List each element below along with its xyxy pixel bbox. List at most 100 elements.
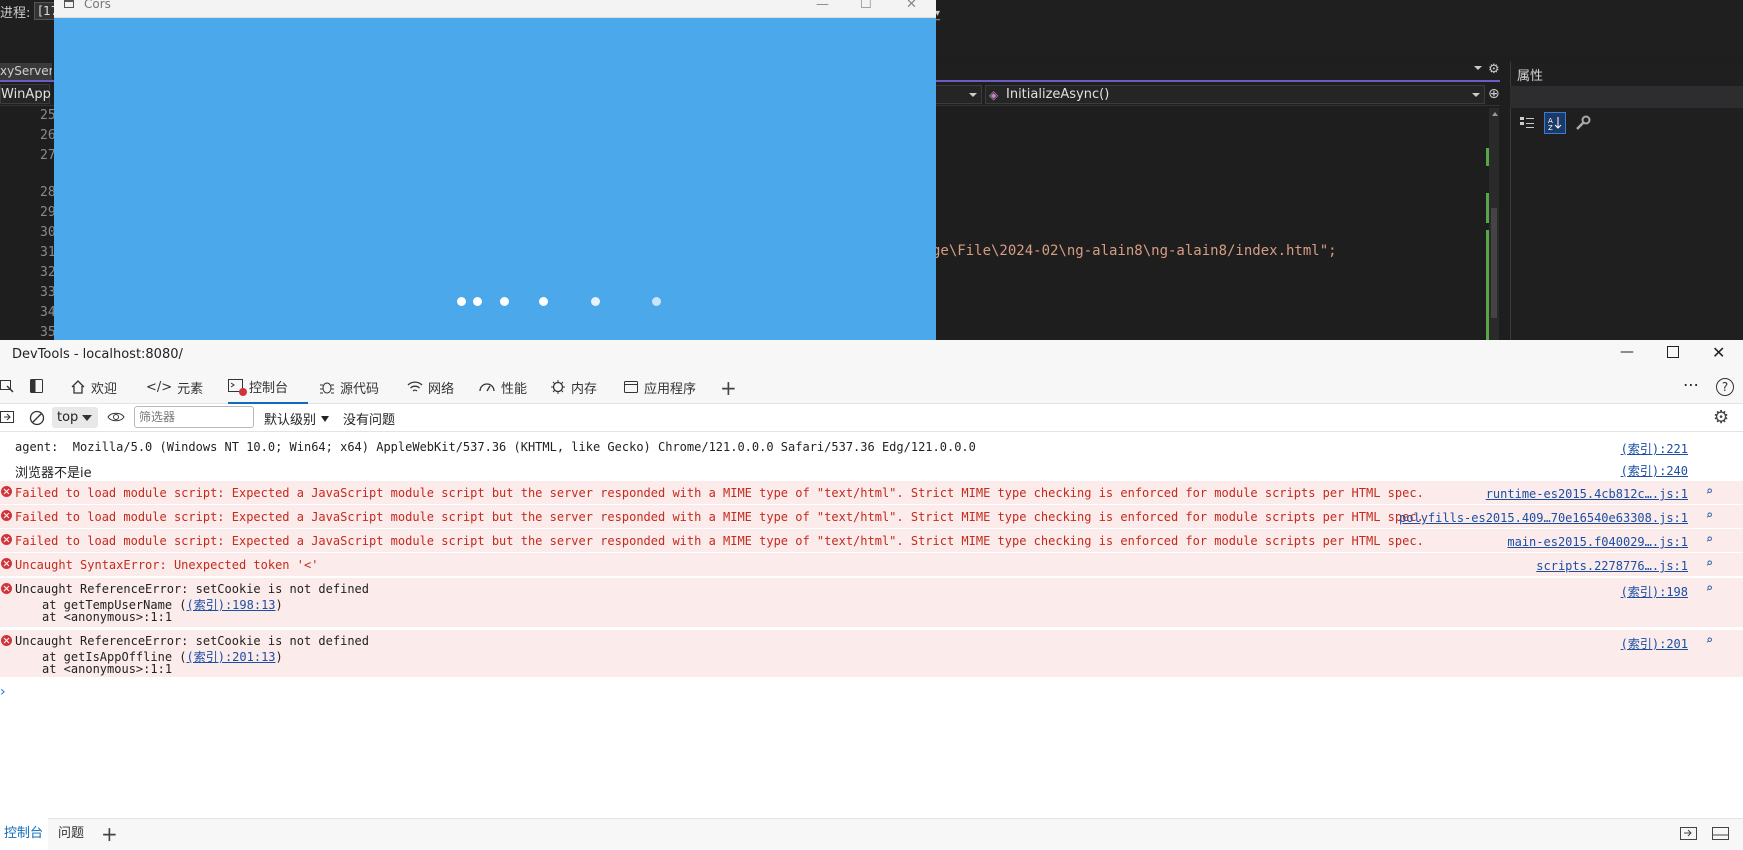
- device-emulation-icon[interactable]: [30, 379, 44, 393]
- drawer-toggle-icon[interactable]: [1712, 827, 1730, 841]
- alphabetical-sort-icon[interactable]: AZ: [1544, 112, 1566, 134]
- loading-dot: [652, 297, 661, 306]
- more-options-icon[interactable]: ⋯: [1683, 375, 1699, 394]
- console-message[interactable]: agent: Mozilla/5.0 (Windows NT 10.0; Win…: [0, 436, 1743, 458]
- source-link[interactable]: polyfills-es2015.409…70e16540e63308.js:1: [1399, 511, 1688, 525]
- vs-project-dropdown[interactable]: WinApp: [0, 84, 51, 104]
- console-error[interactable]: Failed to load module script: Expected a…: [0, 529, 1743, 553]
- message-text: Failed to load module script: Expected a…: [15, 510, 1424, 524]
- tab-label: 性能: [501, 381, 528, 397]
- log-level-label: 默认级别: [264, 413, 317, 428]
- maximize-icon[interactable]: [1667, 346, 1679, 358]
- context-value: top: [57, 410, 79, 425]
- message-text: Uncaught SyntaxError: Unexpected token '…: [15, 558, 319, 572]
- search-icon[interactable]: ⌕: [1706, 633, 1713, 647]
- source-link[interactable]: (索引):201: [1621, 635, 1688, 652]
- devtools-tabbar: 欢迎 </> 元素 控制台 源代码 网络 性能 内存 应用程序 + ⋯ ?: [0, 370, 1743, 404]
- console-message[interactable]: 浏览器不是ie (索引):240: [0, 458, 1743, 481]
- context-select[interactable]: top: [52, 407, 98, 428]
- property-pages-wrench-icon[interactable]: [1572, 112, 1594, 134]
- cors-titlebar[interactable]: [54, 0, 936, 18]
- console-settings-gear-icon[interactable]: ⚙: [1713, 407, 1729, 428]
- tab-sources[interactable]: 源代码: [319, 370, 379, 404]
- process-label: 进程:: [0, 5, 31, 21]
- categorized-icon[interactable]: [1516, 112, 1538, 134]
- message-text: Failed to load module script: Expected a…: [15, 486, 1424, 500]
- console-error[interactable]: Failed to load module script: Expected a…: [0, 481, 1743, 505]
- home-icon: [71, 380, 85, 394]
- memory-icon: [551, 380, 565, 394]
- split-editor-icon[interactable]: ⊕: [1488, 86, 1500, 102]
- message-text: Failed to load module script: Expected a…: [15, 534, 1424, 548]
- source-link[interactable]: (索引):198: [1621, 583, 1688, 600]
- tab-performance[interactable]: 性能: [478, 370, 527, 404]
- vs-vertical-scrollbar[interactable]: [1489, 108, 1499, 340]
- source-link[interactable]: (索引):240: [1621, 462, 1688, 479]
- close-icon[interactable]: ✕: [906, 0, 917, 12]
- tab-application[interactable]: 应用程序: [623, 370, 696, 404]
- svg-text:Z: Z: [1548, 124, 1553, 131]
- minimize-icon[interactable]: —: [1620, 344, 1634, 360]
- source-link[interactable]: runtime-es2015.4cb812c….js:1: [1486, 487, 1688, 501]
- source-link[interactable]: main-es2015.f040029….js:1: [1507, 535, 1688, 549]
- drawer-tab-console[interactable]: 控制台: [0, 818, 48, 850]
- error-icon: [1, 558, 12, 569]
- help-icon[interactable]: ?: [1716, 378, 1734, 396]
- cors-window[interactable]: [54, 0, 936, 340]
- minimize-icon[interactable]: —: [816, 0, 829, 12]
- search-icon[interactable]: ⌕: [1706, 484, 1713, 498]
- issues-counter[interactable]: 没有问题: [343, 409, 395, 428]
- tab-console[interactable]: 控制台: [228, 370, 308, 404]
- stack-link[interactable]: (索引):198:13: [187, 598, 276, 612]
- add-drawer-tab-icon[interactable]: +: [101, 822, 118, 846]
- inspect-element-icon[interactable]: [0, 379, 14, 393]
- tab-elements[interactable]: </> 元素: [146, 370, 203, 404]
- console-error[interactable]: Failed to load module script: Expected a…: [0, 505, 1743, 529]
- clear-console-icon[interactable]: [29, 410, 45, 426]
- devtools-drawer-bar: [0, 818, 1743, 850]
- tab-memory[interactable]: 内存: [550, 370, 597, 404]
- dock-icon[interactable]: [1680, 827, 1698, 841]
- console-error[interactable]: Uncaught ReferenceError: setCookie is no…: [0, 578, 1743, 628]
- vs-member-dropdown[interactable]: ◈ InitializeAsync(): [985, 85, 1485, 104]
- error-icon: [1, 486, 12, 497]
- search-icon[interactable]: ⌕: [1706, 556, 1713, 570]
- properties-title: 属性: [1517, 69, 1544, 84]
- drawer-tab-issues[interactable]: 问题: [58, 818, 84, 850]
- close-icon[interactable]: ✕: [1712, 343, 1725, 362]
- live-expression-eye-icon[interactable]: [107, 410, 125, 424]
- stack-link[interactable]: (索引):201:13: [187, 650, 276, 664]
- vs-type-dropdown[interactable]: [934, 85, 982, 104]
- tab-label: 控制台: [249, 380, 289, 396]
- search-icon[interactable]: ⌕: [1706, 508, 1713, 522]
- message-text: Uncaught ReferenceError: setCookie is no…: [15, 582, 370, 596]
- code-icon: </>: [146, 379, 173, 395]
- add-tab-icon[interactable]: +: [720, 376, 737, 400]
- devtools-titlebar[interactable]: [0, 340, 1743, 370]
- search-icon[interactable]: ⌕: [1706, 532, 1713, 546]
- error-icon: [1, 635, 12, 646]
- search-icon[interactable]: ⌕: [1706, 581, 1713, 595]
- tab-welcome[interactable]: 欢迎: [70, 370, 117, 404]
- stack-frame: at <anonymous>:1:1: [42, 610, 173, 624]
- console-error[interactable]: Uncaught ReferenceError: setCookie is no…: [0, 630, 1743, 678]
- code-line[interactable]: ge\File\2024-02\ng-alain8\ng-alain8/inde…: [932, 243, 1337, 259]
- console-filter-input[interactable]: [134, 406, 254, 428]
- message-text: Uncaught ReferenceError: setCookie is no…: [15, 634, 370, 648]
- console-prompt-chevron-icon[interactable]: ›: [0, 684, 6, 700]
- tab-overflow-icon[interactable]: [1474, 66, 1482, 70]
- gauge-icon: [479, 383, 495, 392]
- sidebar-toggle-icon[interactable]: [0, 411, 14, 423]
- properties-object-selector[interactable]: [1510, 86, 1743, 108]
- app-icon: [624, 381, 638, 393]
- tab-network[interactable]: 网络: [407, 370, 454, 404]
- tab-label: 源代码: [340, 381, 380, 397]
- source-link[interactable]: (索引):221: [1621, 440, 1688, 457]
- cors-title: Cors: [84, 0, 111, 11]
- vs-document-tab[interactable]: xyServer.c: [0, 63, 52, 80]
- log-level-dropdown[interactable]: 默认级别: [264, 409, 330, 428]
- gear-icon[interactable]: ⚙: [1488, 62, 1500, 77]
- source-link[interactable]: scripts.2278776….js:1: [1536, 559, 1688, 573]
- console-error[interactable]: Uncaught SyntaxError: Unexpected token '…: [0, 553, 1743, 577]
- maximize-icon[interactable]: ☐: [860, 0, 872, 12]
